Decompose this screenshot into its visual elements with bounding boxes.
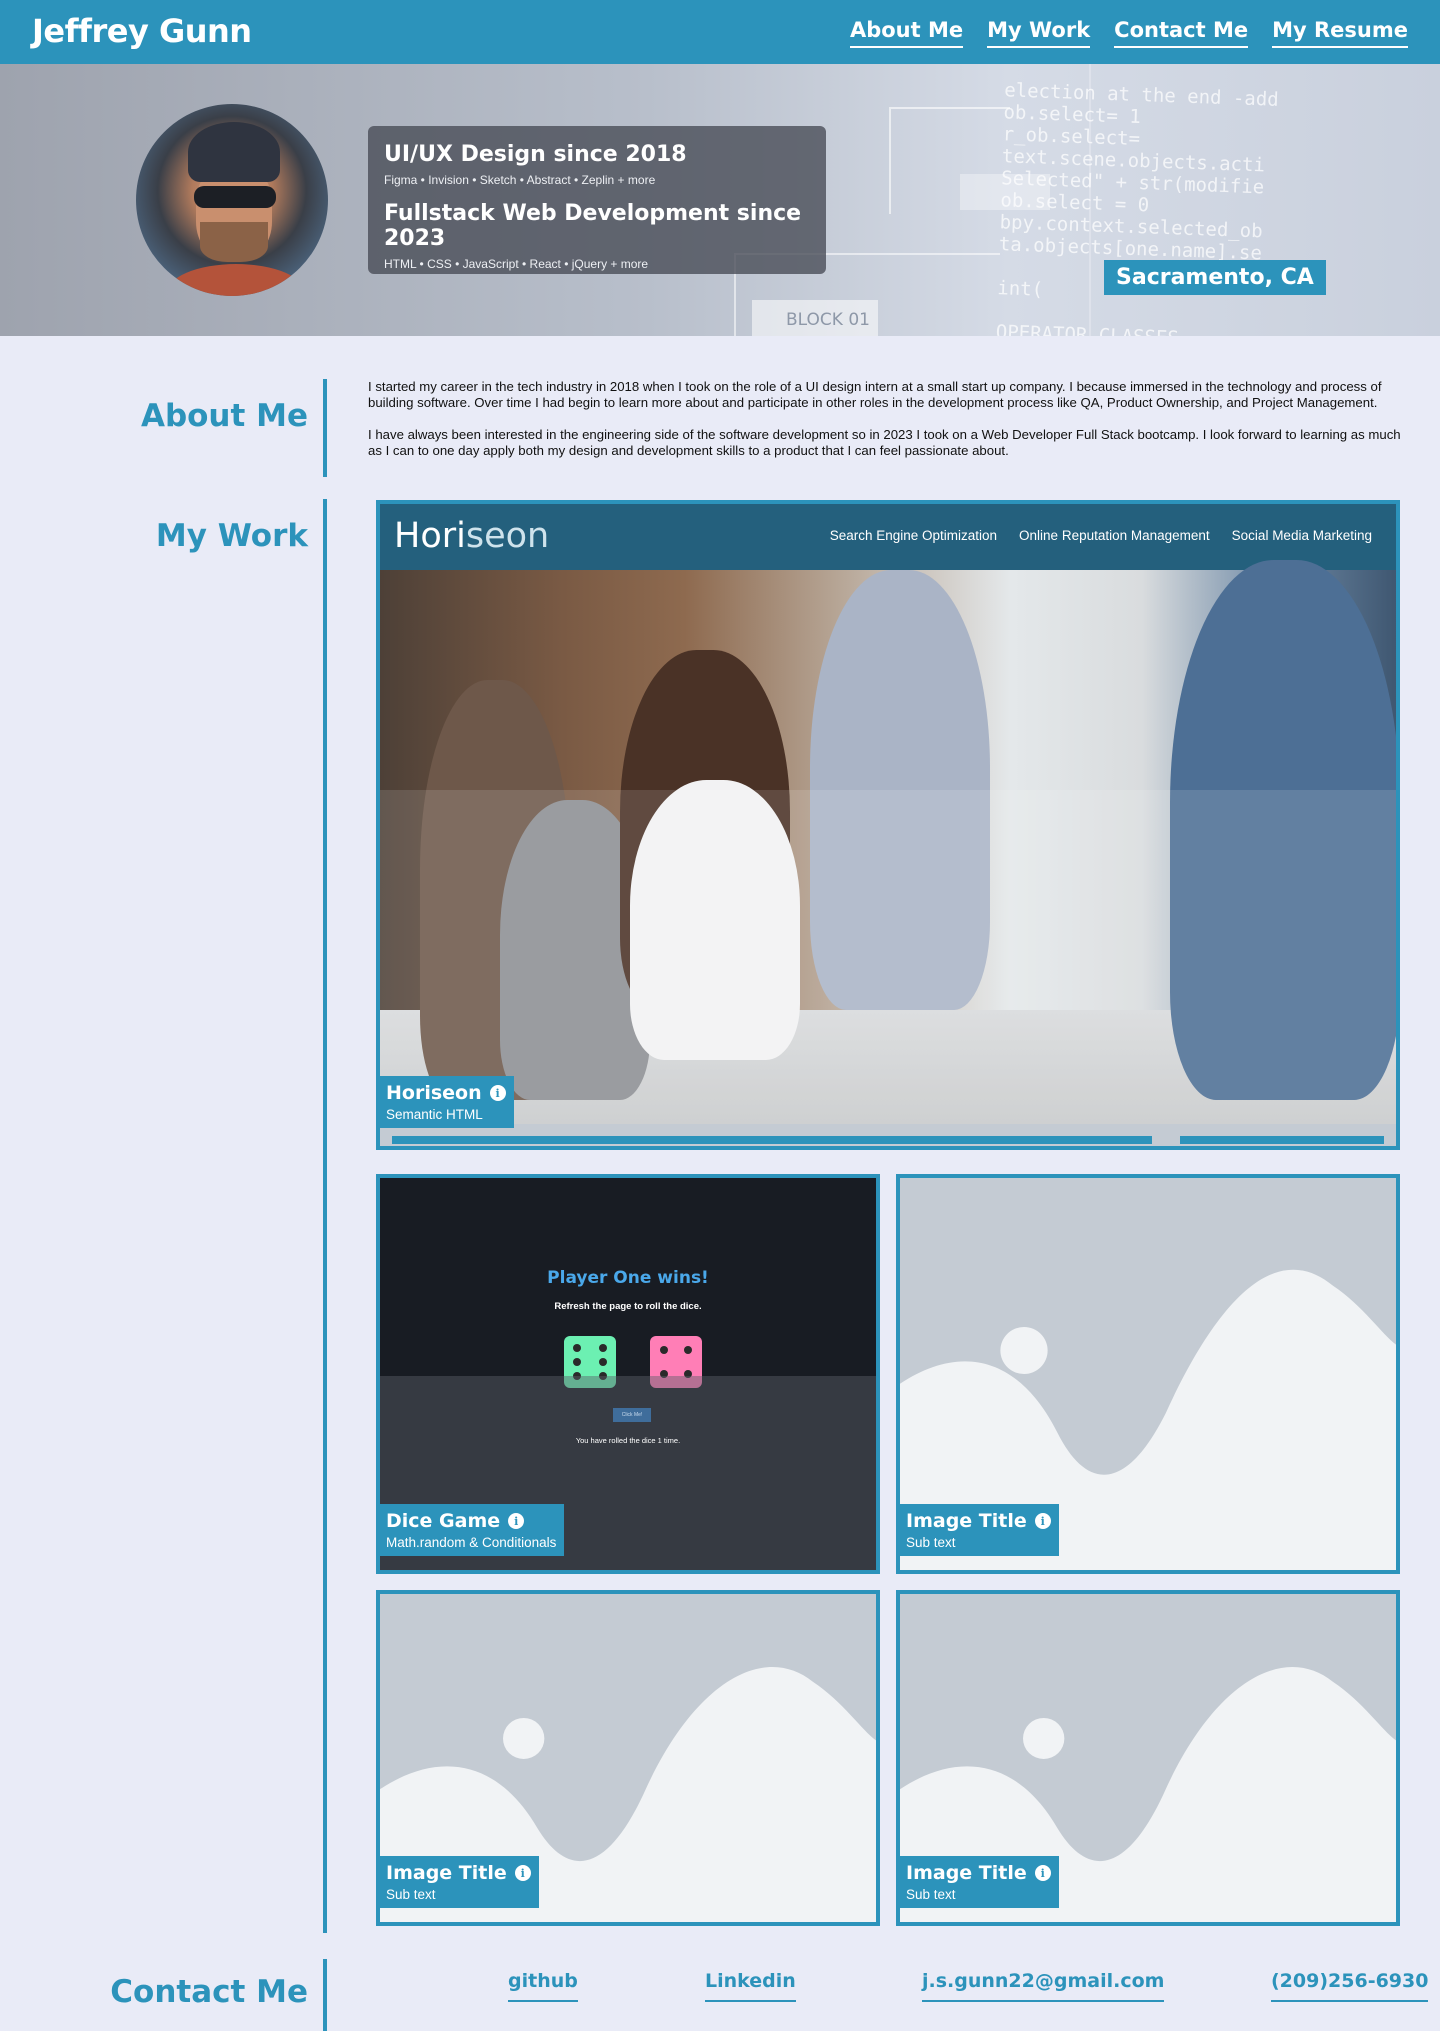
project-card-horiseon[interactable]: Horiseon Search Engine Optimization Onli… — [376, 500, 1400, 1150]
nav-contact-me[interactable]: Contact Me — [1114, 18, 1249, 48]
about-text: I started my career in the tech industry… — [368, 379, 1406, 459]
avatar-sunglasses — [194, 186, 276, 208]
site-header: Jeffrey Gunn About Me My Work Contact Me… — [0, 0, 1440, 64]
contact-email-link[interactable]: j.s.gunn22@gmail.com — [922, 1970, 1165, 2002]
project-title: Image Title i — [386, 1862, 531, 1884]
info-icon[interactable]: i — [508, 1513, 525, 1529]
avatar-shirt — [166, 264, 306, 296]
info-icon[interactable]: i — [514, 1865, 531, 1881]
photo-overlay — [380, 790, 1396, 1124]
die-pip — [599, 1358, 607, 1366]
die-pip — [684, 1346, 692, 1354]
project-caption: Image Title i Sub text — [900, 1856, 1059, 1908]
avatar-beard — [200, 222, 268, 262]
dice-roll-count: You have rolled the dice 1 time. — [575, 1436, 681, 1445]
die-pip — [599, 1344, 607, 1352]
project-caption: Image Title i Sub text — [900, 1504, 1059, 1556]
horiseon-logo-main: Hori — [394, 516, 466, 556]
horiseon-nav-item: Social Media Marketing — [1231, 528, 1372, 543]
horiseon-footer-bar — [1180, 1136, 1384, 1144]
contact-divider — [323, 1959, 327, 2031]
nav-my-resume[interactable]: My Resume — [1272, 18, 1408, 48]
project-caption: Dice Game i Math.random & Conditionals — [380, 1504, 565, 1556]
dice-game-instruction: Refresh the page to roll the dice. — [554, 1301, 702, 1312]
project-card-placeholder[interactable]: Image Title i Sub text — [896, 1174, 1400, 1574]
project-card-dice-game[interactable]: Player One wins! Refresh the page to rol… — [376, 1174, 880, 1574]
info-icon[interactable]: i — [1034, 1513, 1051, 1529]
about-paragraph: I have always been interested in the eng… — [368, 427, 1401, 458]
horiseon-hero-photo — [380, 560, 1396, 1124]
avatar — [136, 104, 328, 296]
die-pip — [573, 1344, 581, 1352]
hero-code-text: election at the end -add ob.select= 1 r_… — [995, 79, 1280, 336]
horiseon-nav-item: Online Reputation Management — [1019, 528, 1210, 543]
skill-title-development: Fullstack Web Development since 2023 — [384, 201, 802, 251]
horiseon-footer-bar — [392, 1136, 1152, 1144]
horiseon-logo: Horiseon — [394, 516, 549, 556]
work-section-title: My Work — [155, 518, 308, 554]
avatar-cap — [188, 122, 280, 182]
horiseon-logo-accent: seon — [465, 516, 550, 556]
contact-phone-link[interactable]: (209)256-6930 — [1271, 1970, 1429, 2002]
project-title-text: Image Title — [906, 1510, 1027, 1532]
project-title: Horiseon i — [386, 1082, 506, 1104]
about-section-title: About Me — [140, 398, 308, 434]
work-divider — [323, 499, 327, 1933]
project-title: Image Title i — [906, 1510, 1051, 1532]
nav-about-me[interactable]: About Me — [849, 18, 964, 48]
contact-linkedin-link[interactable]: Linkedin — [705, 1970, 796, 2002]
contact-github-link[interactable]: github — [508, 1970, 578, 2002]
project-caption: Image Title i Sub text — [380, 1856, 539, 1908]
project-title-text: Horiseon — [386, 1082, 482, 1104]
project-title: Dice Game i — [386, 1510, 556, 1532]
project-card-placeholder[interactable]: Image Title i Sub text — [376, 1590, 880, 1926]
project-subtitle: Sub text — [906, 1887, 956, 1902]
project-caption: Horiseon i Semantic HTML — [380, 1076, 514, 1128]
horiseon-nav-item: Search Engine Optimization — [829, 528, 998, 543]
skill-tools-design: Figma • Invision • Sketch • Abstract • Z… — [384, 173, 656, 187]
project-subtitle: Sub text — [906, 1535, 956, 1550]
contact-section-title: Contact Me — [110, 1974, 308, 2010]
main-nav: About Me My Work Contact Me My Resume — [849, 18, 1408, 48]
site-brand[interactable]: Jeffrey Gunn — [32, 12, 252, 50]
project-title-text: Image Title — [386, 1862, 507, 1884]
project-title: Image Title i — [906, 1862, 1051, 1884]
dice-roll-button: Click Me! — [613, 1408, 651, 1422]
nav-my-work[interactable]: My Work — [987, 18, 1091, 48]
info-icon[interactable]: i — [1034, 1865, 1051, 1881]
skill-tools-development: HTML • CSS • JavaScript • React • jQuery… — [384, 257, 649, 271]
die-pip — [660, 1346, 668, 1354]
info-icon[interactable]: i — [489, 1085, 506, 1101]
about-divider — [323, 379, 327, 477]
about-paragraph: I started my career in the tech industry… — [368, 379, 1382, 410]
location-badge: Sacramento, CA — [1104, 260, 1326, 295]
skill-title-design: UI/UX Design since 2018 — [384, 142, 687, 167]
project-subtitle: Semantic HTML — [386, 1107, 483, 1122]
dice-game-heading: Player One wins! — [547, 1268, 709, 1288]
project-card-placeholder[interactable]: Image Title i Sub text — [896, 1590, 1400, 1926]
hero-block-label: BLOCK 01 — [786, 310, 870, 330]
project-title-text: Image Title — [906, 1862, 1027, 1884]
skills-card: UI/UX Design since 2018 Figma • Invision… — [368, 126, 826, 274]
project-subtitle: Math.random & Conditionals — [386, 1535, 557, 1550]
project-subtitle: Sub text — [386, 1887, 436, 1902]
die-pip — [573, 1358, 581, 1366]
horiseon-nav-bar: Horiseon Search Engine Optimization Onli… — [380, 504, 1396, 570]
project-title-text: Dice Game — [386, 1510, 501, 1532]
horiseon-nav-links: Search Engine Optimization Online Reputa… — [830, 528, 1372, 543]
